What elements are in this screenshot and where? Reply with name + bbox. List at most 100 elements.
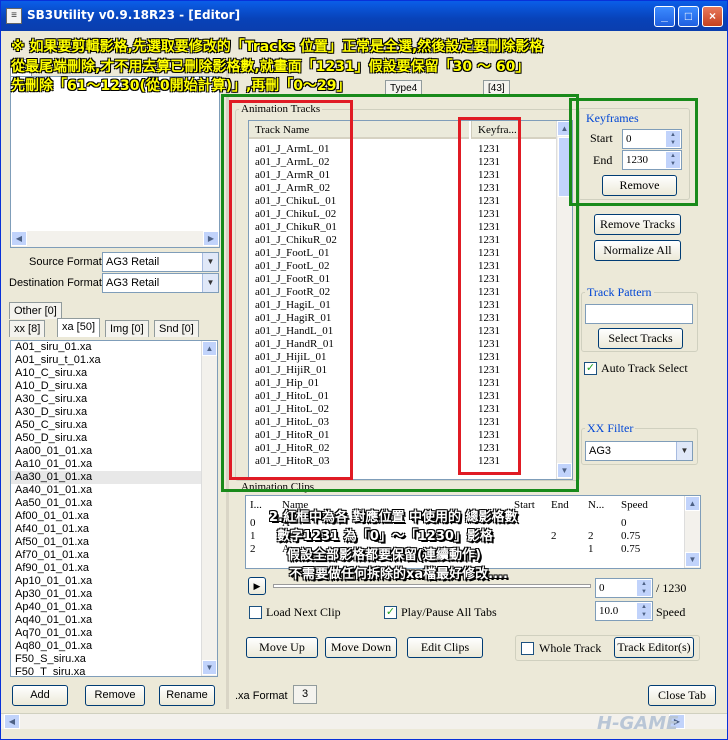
file-list-vscroll[interactable]: ▲ ▼ bbox=[201, 341, 217, 676]
list-item[interactable]: A10_C_siru.xa bbox=[11, 367, 217, 380]
list-item[interactable]: A30_D_siru.xa bbox=[11, 406, 217, 419]
list-item[interactable]: Aq40_01_01.xa bbox=[11, 614, 217, 627]
table-row[interactable]: a01_J_HitoL_02 1231 bbox=[249, 403, 559, 416]
normalize-all-button[interactable]: Normalize All bbox=[594, 240, 681, 261]
timeline-slider[interactable] bbox=[273, 584, 591, 588]
move-up-button[interactable]: Move Up bbox=[246, 637, 318, 658]
play-all-checkbox[interactable]: ✓ bbox=[384, 606, 397, 619]
load-next-checkbox[interactable] bbox=[249, 606, 262, 619]
clips-vscroll[interactable]: ▲ ▼ bbox=[684, 496, 700, 568]
speed-spinner[interactable]: 10.0 ▲ ▼ bbox=[595, 601, 653, 621]
tab-xa[interactable]: xa [50] bbox=[57, 318, 101, 337]
clips-column-header[interactable]: End bbox=[551, 499, 569, 511]
list-item[interactable]: Af90_01_01.xa bbox=[11, 562, 217, 575]
remove-tracks-button[interactable]: Remove Tracks bbox=[594, 214, 681, 235]
list-item[interactable]: Aa30_01_01.xa bbox=[11, 471, 217, 484]
list-item[interactable]: A50_D_siru.xa bbox=[11, 432, 217, 445]
xa-format-field[interactable]: 3 bbox=[293, 685, 317, 704]
table-row[interactable]: a01_J_HitoR_02 1231 bbox=[249, 442, 559, 455]
scroll-left-icon[interactable]: ◀ bbox=[4, 714, 20, 729]
table-row[interactable]: a01_J_Hip_01 1231 bbox=[249, 377, 559, 390]
table-row[interactable]: a01_J_HitoR_03 1231 bbox=[249, 455, 559, 468]
list-item[interactable]: Aa50_01_01.xa bbox=[11, 497, 217, 510]
tracks-listview[interactable]: Track Name Keyfra... a01_J_ArmL_01 1231 a0… bbox=[248, 120, 573, 480]
table-row[interactable]: a01_J_ArmL_01 1231 bbox=[249, 143, 559, 156]
destination-format-select[interactable]: AG3 Retail ▼ bbox=[102, 273, 219, 293]
xa-file-list[interactable]: A01_siru_01.xa A01_siru_t_01.xa A10_C_siru… bbox=[10, 340, 218, 677]
tab-xx[interactable]: xx [8] bbox=[9, 320, 46, 337]
table-row[interactable]: a01_J_ChikuL_02 1231 bbox=[249, 208, 559, 221]
col-keyframes[interactable]: Keyfra... bbox=[471, 121, 559, 139]
play-button[interactable]: ▶ bbox=[248, 577, 266, 595]
rename-button[interactable]: Rename bbox=[159, 685, 215, 706]
list-item[interactable]: A30_C_siru.xa bbox=[11, 393, 217, 406]
chevron-down-icon[interactable]: ▼ bbox=[202, 274, 218, 292]
scroll-down-icon[interactable]: ▼ bbox=[685, 552, 700, 567]
table-row[interactable]: a01_J_ArmR_02 1231 bbox=[249, 182, 559, 195]
table-row[interactable]: a01_J_FootL_02 1231 bbox=[249, 260, 559, 273]
start-spinner[interactable]: 0 ▲ ▼ bbox=[622, 129, 682, 149]
list-item[interactable]: Af00_01_01.xa bbox=[11, 510, 217, 523]
clips-column-header[interactable]: Speed bbox=[621, 499, 648, 511]
table-row[interactable]: a01_J_ArmR_01 1231 bbox=[249, 169, 559, 182]
maximize-button[interactable]: □ bbox=[678, 6, 699, 27]
chevron-down-icon[interactable]: ▼ bbox=[202, 253, 218, 271]
table-row[interactable]: a01_J_FootL_01 1231 bbox=[249, 247, 559, 260]
spin-down-icon[interactable]: ▼ bbox=[666, 139, 680, 147]
tab-img[interactable]: Img [0] bbox=[105, 320, 149, 337]
xx-filter-select[interactable]: AG3 ▼ bbox=[585, 441, 693, 461]
table-row[interactable]: a01_J_ArmL_02 1231 bbox=[249, 156, 559, 169]
spin-up-icon[interactable]: ▲ bbox=[666, 131, 680, 139]
scroll-right-icon[interactable]: ▶ bbox=[203, 231, 219, 246]
spin-down-icon[interactable]: ▼ bbox=[637, 611, 651, 619]
table-row[interactable]: a01_J_FootR_01 1231 bbox=[249, 273, 559, 286]
list-item[interactable]: Af70_01_01.xa bbox=[11, 549, 217, 562]
list-item[interactable]: A50_C_siru.xa bbox=[11, 419, 217, 432]
clips-column-header[interactable]: I... bbox=[250, 499, 262, 511]
end-spinner[interactable]: 1230 ▲ ▼ bbox=[622, 150, 682, 170]
list-item[interactable]: Ap30_01_01.xa bbox=[11, 588, 217, 601]
list-item[interactable]: Aq70_01_01.xa bbox=[11, 627, 217, 640]
scroll-thumb[interactable] bbox=[558, 137, 571, 197]
table-row[interactable]: a01_J_HagiR_01 1231 bbox=[249, 312, 559, 325]
splitter[interactable] bbox=[226, 59, 229, 709]
list-item[interactable]: Aa10_01_01.xa bbox=[11, 458, 217, 471]
table-row[interactable]: a01_J_FootR_02 1231 bbox=[249, 286, 559, 299]
list-item[interactable]: Aq80_01_01.xa bbox=[11, 640, 217, 653]
list-item[interactable]: Aa00_01_01.xa bbox=[11, 445, 217, 458]
list-item[interactable]: Aa40_01_01.xa bbox=[11, 484, 217, 497]
table-row[interactable]: a01_J_HandL_01 1231 bbox=[249, 325, 559, 338]
list-item[interactable]: A01_siru_01.xa bbox=[11, 341, 217, 354]
frame-spinner[interactable]: 0 ▲ ▼ bbox=[595, 578, 653, 598]
table-row[interactable]: a01_J_HitoL_03 1231 bbox=[249, 416, 559, 429]
tracks-vscroll[interactable]: ▲ ▼ bbox=[556, 121, 572, 479]
close-tab-button[interactable]: Close Tab bbox=[648, 685, 716, 706]
move-down-button[interactable]: Move Down bbox=[325, 637, 397, 658]
title-bar[interactable]: ≡ SB3Utility v0.9.18R23 - [Editor] _ □ × bbox=[1, 1, 727, 31]
spin-up-icon[interactable]: ▲ bbox=[637, 603, 651, 611]
track-editor-button[interactable]: Track Editor(s) bbox=[614, 637, 694, 658]
col-track-name[interactable]: Track Name bbox=[249, 121, 469, 139]
scroll-left-icon[interactable]: ◀ bbox=[11, 231, 27, 246]
scroll-down-icon[interactable]: ▼ bbox=[202, 660, 217, 675]
pp-list-hscroll[interactable]: ◀ ▶ bbox=[11, 231, 219, 247]
spin-down-icon[interactable]: ▼ bbox=[637, 588, 651, 596]
list-item[interactable]: Ap10_01_01.xa bbox=[11, 575, 217, 588]
source-format-select[interactable]: AG3 Retail ▼ bbox=[102, 252, 219, 272]
table-row[interactable]: a01_J_HagiL_01 1231 bbox=[249, 299, 559, 312]
auto-track-checkbox[interactable]: ✓ bbox=[584, 362, 597, 375]
close-button[interactable]: × bbox=[702, 6, 723, 27]
table-row[interactable]: a01_J_HijiL_01 1231 bbox=[249, 351, 559, 364]
remove-file-button[interactable]: Remove bbox=[85, 685, 145, 706]
table-row[interactable]: a01_J_HitoR_01 1231 bbox=[249, 429, 559, 442]
scroll-up-icon[interactable]: ▲ bbox=[685, 496, 700, 511]
spin-down-icon[interactable]: ▼ bbox=[666, 160, 680, 168]
track-pattern-input[interactable] bbox=[585, 304, 693, 324]
tab-other[interactable]: Other [0] bbox=[9, 302, 62, 319]
list-item[interactable]: Ap40_01_01.xa bbox=[11, 601, 217, 614]
table-row[interactable]: a01_J_ChikuR_02 1231 bbox=[249, 234, 559, 247]
spin-up-icon[interactable]: ▲ bbox=[666, 152, 680, 160]
clips-column-header[interactable]: N... bbox=[588, 499, 604, 511]
remove-keyframes-button[interactable]: Remove bbox=[602, 175, 677, 196]
list-item[interactable]: F50_S_siru.xa bbox=[11, 653, 217, 666]
